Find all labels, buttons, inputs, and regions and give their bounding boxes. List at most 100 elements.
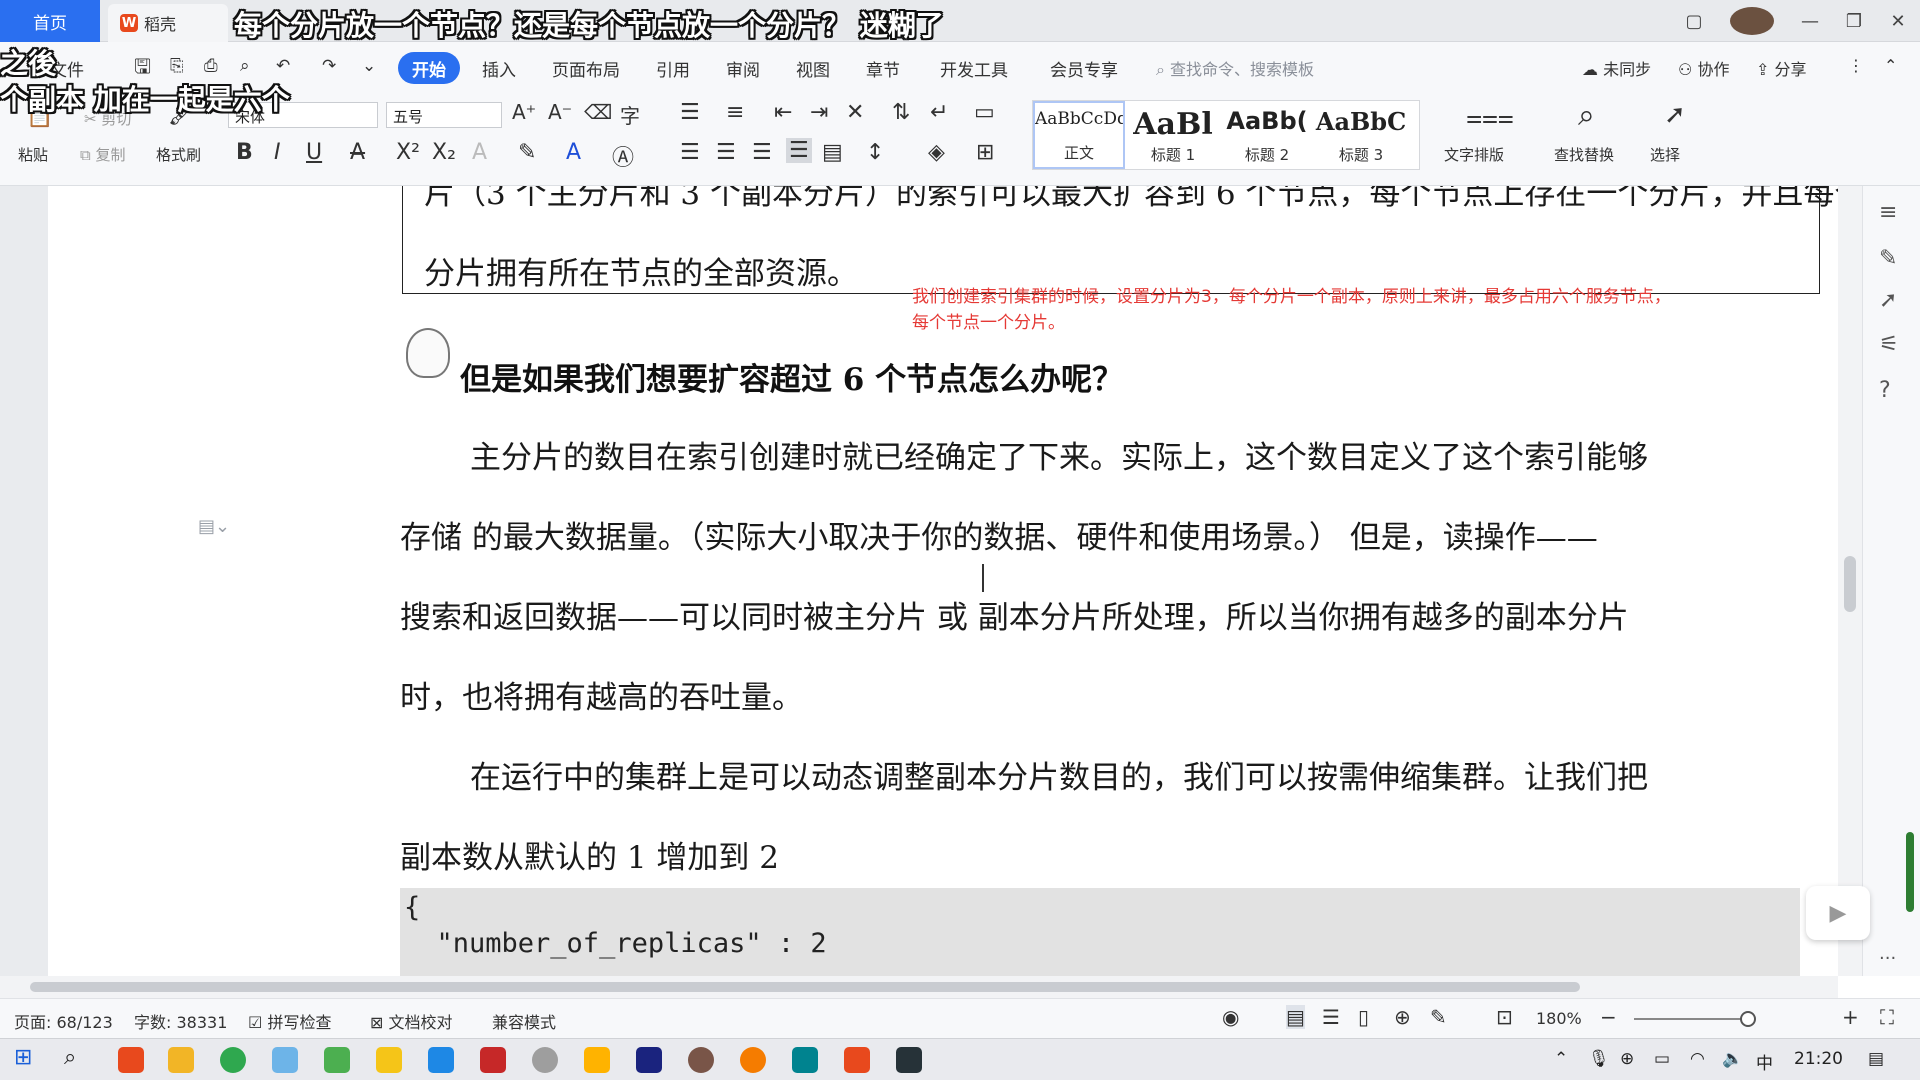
read-view-icon[interactable]: ▯ <box>1358 1005 1369 1029</box>
outdent-icon[interactable]: ⇤ <box>774 100 792 125</box>
redo-icon[interactable]: ↷ <box>322 56 336 76</box>
pointer-icon[interactable]: ➚ <box>1879 288 1897 313</box>
align-left-icon[interactable]: ☰ <box>680 140 700 165</box>
app-icon-5[interactable] <box>324 1047 350 1073</box>
windows-start-icon[interactable]: ⊞ <box>14 1045 32 1070</box>
web-view-icon[interactable]: ⊕ <box>1394 1005 1411 1029</box>
format-painter-button[interactable]: 格式刷 <box>156 144 201 165</box>
show-marks-icon[interactable]: ↵ <box>930 100 948 125</box>
folder-app-icon[interactable] <box>168 1047 194 1073</box>
word-count[interactable]: 字数: 38331 <box>134 1009 227 1033</box>
clear-format-icon[interactable]: ⌫ <box>584 100 612 124</box>
menu-member[interactable]: 会员专享 <box>1050 56 1118 81</box>
clock[interactable]: 21:20 <box>1794 1049 1843 1069</box>
font-size-select[interactable]: 五号 <box>386 102 502 128</box>
app-icon-14[interactable] <box>792 1047 818 1073</box>
text-layout-icon[interactable]: ⩶ <box>1466 100 1514 134</box>
tab-daoke[interactable]: W 稻壳 <box>108 4 228 42</box>
ruler-icon[interactable]: ▭ <box>974 100 995 125</box>
eye-protect-icon[interactable]: ◉ <box>1222 1005 1239 1029</box>
menu-references[interactable]: 引用 <box>656 56 690 81</box>
align-center-icon[interactable]: ☰ <box>716 140 736 165</box>
more-chevron-icon[interactable]: ⌄ <box>362 56 376 76</box>
app-icon-7[interactable] <box>428 1047 454 1073</box>
adjust-icon[interactable]: ⚟ <box>1879 332 1899 357</box>
ime-indicator[interactable]: 中 <box>1756 1049 1773 1074</box>
horizontal-scrollbar[interactable] <box>0 976 1838 998</box>
mic-icon[interactable]: 🎙 <box>1588 1049 1610 1069</box>
shading-icon[interactable]: ◈ <box>928 140 945 165</box>
decrease-font-icon[interactable]: A⁻ <box>548 100 572 124</box>
zoom-out-icon[interactable]: − <box>1600 1005 1617 1029</box>
battery-icon[interactable]: ▭ <box>1654 1049 1670 1069</box>
app-icon-6[interactable] <box>376 1047 402 1073</box>
page-view-icon[interactable]: ▤ <box>1286 1005 1305 1029</box>
copy-button[interactable]: ⧉ 复制 <box>80 144 126 165</box>
menu-chapter[interactable]: 章节 <box>866 56 900 81</box>
sync-status[interactable]: ☁ 未同步 <box>1582 56 1651 80</box>
close-icon[interactable]: ✕ <box>1876 11 1920 32</box>
app-icon-13[interactable] <box>740 1047 766 1073</box>
tab-home[interactable]: 首页 <box>0 0 100 42</box>
sort-icon[interactable]: ⇅ <box>892 100 910 125</box>
increase-font-icon[interactable]: A⁺ <box>512 100 536 124</box>
tray-expand-icon[interactable]: ⌃ <box>1554 1049 1568 1069</box>
wps-writer-app-icon[interactable] <box>844 1047 870 1073</box>
menu-page-layout[interactable]: 页面布局 <box>552 56 620 81</box>
export-icon[interactable]: ⎘ <box>170 56 184 76</box>
share-button[interactable]: ⇪ 分享 <box>1756 56 1807 80</box>
document-page[interactable]: 片（3 个主分片和 3 个副本分片）的索引可以最大扩容到 6 个节点，每个节点上… <box>48 186 1838 976</box>
page-indicator[interactable]: 页面: 68/123 <box>14 1009 113 1033</box>
menu-dev-tools[interactable]: 开发工具 <box>940 56 1008 81</box>
superscript-icon[interactable]: X² <box>396 140 420 165</box>
text-effect-icon[interactable]: A <box>472 140 487 165</box>
style-heading-3[interactable]: AaBbC 标题 3 <box>1315 101 1407 169</box>
app-icon-9[interactable] <box>532 1047 558 1073</box>
doc-proof-button[interactable]: ⊠ 文档校对 <box>370 1009 453 1033</box>
zoom-slider-knob[interactable] <box>1740 1011 1756 1027</box>
intellij-app-icon[interactable] <box>636 1047 662 1073</box>
find-icon[interactable]: ⌕ <box>1578 98 1595 133</box>
write-view-icon[interactable]: ✎ <box>1430 1005 1447 1029</box>
vertical-scrollbar[interactable] <box>1838 186 1862 976</box>
subscript-icon[interactable]: X₂ <box>432 140 456 165</box>
app-icon-4[interactable] <box>272 1047 298 1073</box>
paragraph-menu-icon[interactable]: ▤⌄ <box>198 516 230 537</box>
italic-icon[interactable]: I <box>274 140 281 165</box>
find-replace-button[interactable]: 查找替换 <box>1554 144 1614 165</box>
spell-check-button[interactable]: ☑ 拼写检查 <box>248 1009 331 1033</box>
layout-icon[interactable]: ▢ <box>1672 11 1716 32</box>
style-heading-1[interactable]: AaBl 标题 1 <box>1127 101 1219 169</box>
zoom-in-icon[interactable]: + <box>1842 1005 1859 1029</box>
text-layout-button[interactable]: 文字排版 <box>1444 144 1504 165</box>
volume-icon[interactable]: 🔈 <box>1722 1049 1743 1069</box>
undo-icon[interactable]: ↶ <box>276 56 290 76</box>
app-icon-8[interactable] <box>480 1047 506 1073</box>
minimize-icon[interactable]: — <box>1788 11 1832 32</box>
terminal-app-icon[interactable] <box>896 1047 922 1073</box>
preview-icon[interactable]: ⌕ <box>240 56 250 76</box>
app-icon-12[interactable] <box>688 1047 714 1073</box>
indent-icon[interactable]: ⇥ <box>810 100 828 125</box>
notification-icon[interactable]: ▤ <box>1868 1049 1884 1069</box>
tray-app-icon[interactable]: ⊕ <box>1620 1049 1634 1069</box>
zoom-slider[interactable] <box>1634 1018 1754 1020</box>
print-icon[interactable]: ⎙ <box>204 56 218 76</box>
select-cursor-icon[interactable]: ➚ <box>1664 100 1686 130</box>
vertical-scroll-thumb[interactable] <box>1844 556 1856 612</box>
chrome-app-icon[interactable] <box>220 1047 246 1073</box>
justify-icon[interactable]: ☰ <box>786 138 812 163</box>
strikethrough-icon[interactable]: A <box>350 140 365 165</box>
wifi-icon[interactable]: ◠ <box>1690 1049 1705 1069</box>
collapse-ribbon-icon[interactable]: ⌃ <box>1884 56 1897 75</box>
app-icon-10[interactable] <box>584 1047 610 1073</box>
restore-icon[interactable]: ❐ <box>1832 11 1876 32</box>
line-spacing-icon[interactable]: ↕ <box>866 140 884 165</box>
menu-insert[interactable]: 插入 <box>482 56 516 81</box>
highlight-icon[interactable]: ✎ <box>518 140 536 165</box>
fullscreen-icon[interactable]: ⛶ <box>1880 1005 1894 1029</box>
more-dots-icon[interactable]: ··· <box>1879 948 1896 969</box>
char-border-icon[interactable]: Ⓐ <box>612 140 634 172</box>
border-icon[interactable]: ⊞ <box>976 140 994 165</box>
bold-icon[interactable]: B <box>236 140 253 165</box>
